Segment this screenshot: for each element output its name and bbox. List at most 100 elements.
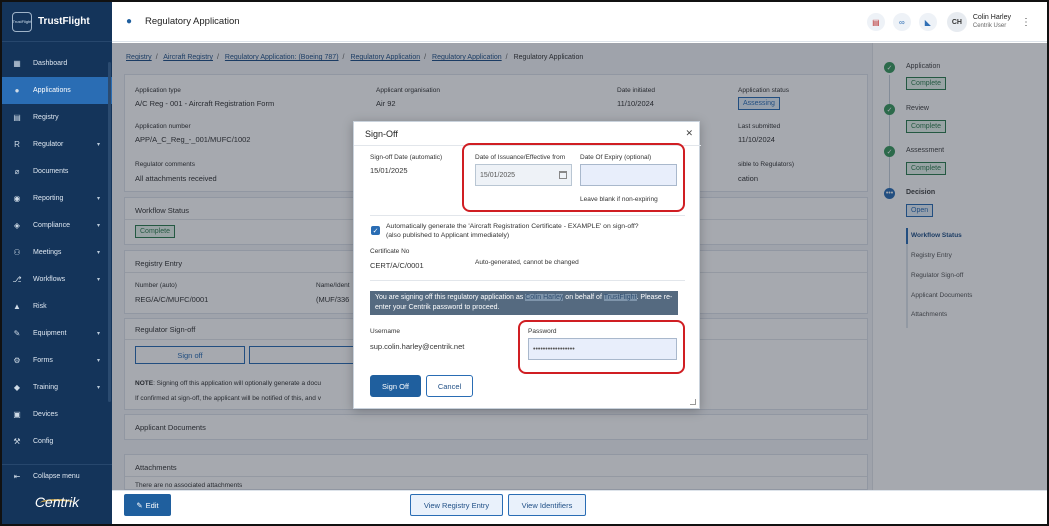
sidebar-item-label: Registry [33,114,59,121]
user-name: Colin Harley [972,14,1011,21]
sidebar-item-reporting[interactable]: ◉ Reporting ▾ [2,185,112,212]
paperclip-icon: ⌀ [14,167,20,176]
resize-handle-icon[interactable] [690,399,696,405]
sidebar-item-label: Training [33,384,59,391]
kebab-menu-icon[interactable]: ⋮ [1021,17,1031,28]
flag-icon[interactable]: ▤ [866,13,885,31]
sidebar-nav: ▦ Dashboard ● Applications ▤ Registry R Regulat… [2,50,112,455]
signoff-date-value: 15/01/2025 [370,166,408,175]
user-block[interactable]: Colin Harley Centrik User [973,13,1011,31]
sidebar-item-label: Equipment [33,330,67,337]
sidebar: TrustFlight TrustFlight ▦ Dashboard ● Appli… [2,2,112,524]
edit-icon: ✎ [136,500,143,510]
megaphone-icon[interactable]: ◣ [918,13,937,31]
sidebar-item-label: Documents [33,168,69,175]
dashboard-icon: ▦ [13,59,21,68]
sidebar-item-devices[interactable]: ▣ Devices [2,401,112,428]
chevron-down-icon: ▾ [96,196,100,202]
app-name: TrustFlight [38,16,90,27]
sidebar-item-label: Meetings [33,249,62,256]
sidebar-item-label: Reporting [33,195,64,202]
close-icon[interactable]: ✕ [685,128,693,139]
chevron-down-icon: ▾ [96,250,100,256]
sidebar-item-label: Forms [33,357,53,364]
user-icon: ● [126,15,133,27]
registry-icon: ▤ [13,113,21,122]
reporting-icon: ◉ [13,194,21,203]
username-label: Username [370,328,400,335]
sidebar-item-label: Devices [33,411,58,418]
chevron-down-icon: ▾ [96,358,100,364]
chevron-down-icon: ▾ [96,331,100,337]
highlight-password-outline [518,320,685,374]
sign-off-submit-button[interactable]: Sign Off [370,375,421,397]
auto-generate-text: Automatically generate the 'Aircraft Reg… [386,223,639,230]
user-icon: ● [14,86,20,95]
signoff-date-label: Sign-off Date (automatic) [370,154,443,161]
sidebar-item-risk[interactable]: ▲ Risk [2,293,112,320]
workflows-icon: ⎇ [12,275,22,284]
sidebar-item-equipment[interactable]: ✎ Equipment ▾ [2,320,112,347]
username-value: sup.colin.harley@centrik.net [370,342,465,351]
chevron-down-icon: ▾ [96,223,100,229]
collapse-menu-label: Collapse menu [33,473,80,480]
sidebar-item-label: Applications [33,87,71,94]
config-icon: ⚒ [13,437,21,446]
sidebar-item-label: Dashboard [33,60,68,67]
brand-logo: Centrik [34,494,80,510]
certificate-note: Auto-generated, cannot be changed [475,259,579,266]
meetings-icon: ⚇ [13,248,21,257]
chevron-down-icon: ▾ [96,142,100,148]
sidebar-item-label: Workflows [33,276,66,283]
modal-title: Sign-Off [365,129,398,139]
certificate-value: CERT/A/C/0001 [370,261,424,270]
link-icon[interactable]: ∞ [892,13,911,31]
sidebar-item-documents[interactable]: ⌀ Documents [2,158,112,185]
cancel-button[interactable]: Cancel [426,375,473,397]
app-window: TrustFlight TrustFlight ▦ Dashboard ● Appli… [0,0,1049,526]
sidebar-item-label: Regulator [33,141,64,148]
collapse-icon: ⇤ [13,472,21,481]
compliance-icon: ◈ [13,221,21,230]
sidebar-item-label: Config [33,438,54,445]
chevron-down-icon: ▾ [96,385,100,391]
banner-org-name: TrustFlight [603,294,637,301]
footer-bar: ✎ Edit View Registry Entry View Identifie… [112,490,1047,524]
auto-generate-sub: (also published to Applicant immediately… [386,232,510,239]
sidebar-item-label: Risk [33,303,47,310]
sidebar-item-applications[interactable]: ● Applications [2,77,112,104]
sidebar-item-registry[interactable]: ▤ Registry [2,104,112,131]
sidebar-item-dashboard[interactable]: ▦ Dashboard [2,50,112,77]
chevron-down-icon: ▾ [96,277,100,283]
logo-row: TrustFlight TrustFlight [2,2,112,42]
highlight-dates-outline [462,143,685,212]
avatar[interactable]: CH [946,12,967,32]
auto-generate-checkbox[interactable]: ✓ [371,226,380,235]
forms-icon: ⚙ [13,356,21,365]
sidebar-item-meetings[interactable]: ⚇ Meetings ▾ [2,239,112,266]
sidebar-item-training[interactable]: ◆ Training ▾ [2,374,112,401]
devices-icon: ▣ [13,410,21,419]
logo-icon: TrustFlight [12,11,32,32]
header-actions: ▤ ∞ ◣ CH Colin Harley Centrik User ⋮ [859,12,1031,32]
wrench-icon: ✎ [13,329,21,338]
sidebar-scrollbar[interactable] [108,62,111,402]
sidebar-item-compliance[interactable]: ◈ Compliance ▾ [2,212,112,239]
user-role: Centrik User [972,23,1007,29]
view-registry-entry-button[interactable]: View Registry Entry [410,494,503,516]
sidebar-item-forms[interactable]: ⚙ Forms ▾ [2,347,112,374]
certificate-label: Certificate No [370,248,410,255]
signoff-info-banner: You are signing off this regulatory appl… [370,291,678,315]
view-identifiers-button[interactable]: View Identifiers [508,494,586,516]
sidebar-item-regulator[interactable]: R Regulator ▾ [2,131,112,158]
page-title: Regulatory Application [145,16,240,27]
sidebar-item-workflows[interactable]: ⎇ Workflows ▾ [2,266,112,293]
sidebar-item-label: Compliance [33,222,70,229]
banner-user-name: Colin Harley [525,294,564,301]
risk-icon: ▲ [13,302,21,311]
sidebar-item-config[interactable]: ⚒ Config [2,428,112,455]
edit-button[interactable]: ✎ Edit [124,494,171,516]
header: ● Regulatory Application ▤ ∞ ◣ CH Colin … [112,2,1047,42]
regulator-icon: R [14,140,20,149]
collapse-menu-button[interactable]: ⇤ Collapse menu [2,464,112,488]
